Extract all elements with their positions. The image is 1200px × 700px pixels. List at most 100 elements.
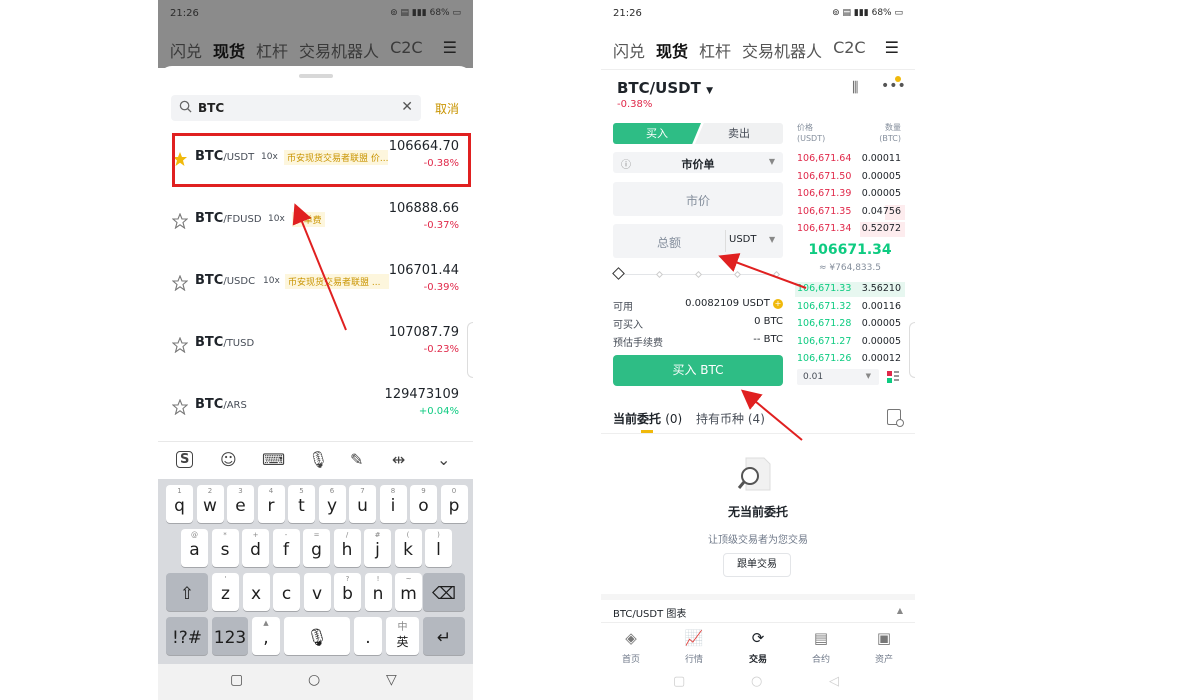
star-outline-icon[interactable] <box>172 337 188 353</box>
key-n[interactable]: ! n <box>364 573 392 611</box>
key-z[interactable]: ' z <box>212 573 239 611</box>
recent-apps-icon[interactable]: ▢ <box>673 674 685 689</box>
key-g[interactable]: = g <box>303 529 330 567</box>
more-icon[interactable]: ••• <box>881 78 906 94</box>
number-key[interactable]: 123 <box>212 617 248 655</box>
floating-edge-tab[interactable] <box>467 322 473 378</box>
menu-icon[interactable]: ☰ <box>443 38 457 57</box>
coin-row-btc-usdc[interactable]: BTC/USDC 10x 币安现货交易者联盟 ... 106701.44 -0.… <box>158 251 473 313</box>
sheet-handle[interactable] <box>299 74 333 78</box>
tab-c2c[interactable]: C2C <box>833 38 866 62</box>
ask-row[interactable]: 106,671.39 0.00005 <box>795 187 905 202</box>
copy-trade-button[interactable]: 跟单交易 <box>723 553 791 577</box>
keyboard-layout-icon[interactable]: ⌨ <box>262 450 285 469</box>
home-icon[interactable]: ○ <box>751 674 762 689</box>
slider-tick[interactable] <box>772 270 781 279</box>
nav-home[interactable]: ◈ 首页 <box>606 629 656 665</box>
bid-row[interactable]: 106,671.26 0.00012 <box>795 352 905 367</box>
back-icon[interactable]: ◁ <box>829 674 839 689</box>
key-l[interactable]: ) l <box>425 529 452 567</box>
coin-row-btc-fdusd[interactable]: BTC/FDUSD 10x 0 单费 106888.66 -0.37% <box>158 189 473 251</box>
key-q[interactable]: 1q <box>166 485 193 523</box>
clear-icon[interactable]: ✕ <box>401 99 413 115</box>
star-outline-icon[interactable] <box>172 275 188 291</box>
symbol-key[interactable]: !?# <box>166 617 208 655</box>
key-f[interactable]: -f <box>272 529 300 567</box>
key-e[interactable]: 3e <box>227 485 254 523</box>
star-outline-icon[interactable] <box>172 213 188 229</box>
tab-trading-bots[interactable]: 交易机器人 <box>742 38 822 62</box>
floating-edge-tab[interactable] <box>909 322 915 378</box>
key-b[interactable]: ? b <box>334 573 361 611</box>
language-switch-key[interactable]: 英中 <box>386 617 419 655</box>
slider-tick[interactable] <box>655 270 664 279</box>
key-w[interactable]: 2w <box>196 485 224 523</box>
slider-tick[interactable] <box>694 270 703 279</box>
ask-row[interactable]: 106,671.35 0.04756 <box>795 205 905 220</box>
cursor-move-icon[interactable]: ⇹ <box>392 450 405 469</box>
key-u[interactable]: 7u <box>349 485 376 523</box>
buy-btc-button[interactable]: 买入 BTC <box>613 355 783 386</box>
total-unit-select[interactable]: USDT <box>729 234 756 245</box>
ask-row[interactable]: 106,671.34 0.52072 <box>795 222 905 237</box>
tab-flash-swap[interactable]: 闪兑 <box>170 38 202 62</box>
ime-logo-icon[interactable]: S <box>176 451 194 468</box>
key-m[interactable]: ~ m <box>395 573 422 611</box>
total-input[interactable]: 总额 USDT ▼ <box>613 224 783 258</box>
key-v[interactable]: v <box>303 573 331 611</box>
key-k[interactable]: (k <box>394 529 422 567</box>
slider-knob[interactable] <box>612 267 625 280</box>
tab-trading-bots[interactable]: 交易机器人 <box>299 38 379 62</box>
ask-row[interactable]: 106,671.50 0.00005 <box>795 170 905 185</box>
nav-markets[interactable]: 📈 行情 <box>669 629 719 665</box>
pair-selector[interactable]: BTC/USDT ▼ <box>617 79 713 97</box>
bid-row[interactable]: 106,671.33 3.56210 <box>795 282 905 297</box>
comma-key[interactable]: ▲, <box>252 617 280 655</box>
microphone-icon[interactable]: 🎙 <box>308 450 328 469</box>
tab-flash-swap[interactable]: 闪兑 <box>613 38 645 62</box>
bid-row[interactable]: 106,671.32 0.00116 <box>795 300 905 315</box>
coin-row-btc-tusd[interactable]: BTC/TUSD 107087.79 -0.23% <box>158 313 473 375</box>
key-x[interactable]: x <box>242 573 270 611</box>
depth-select[interactable]: 0.01 ▼ <box>797 369 879 385</box>
order-history-icon[interactable] <box>887 409 904 427</box>
key-c[interactable]: c <box>273 573 300 611</box>
chart-expand-bar[interactable]: BTC/USDT 图表 ▲ <box>601 594 915 622</box>
candlestick-icon[interactable]: ⫼ <box>852 80 858 96</box>
key-a[interactable]: @ a <box>181 529 208 567</box>
coin-row-btc-ars[interactable]: BTC/ARS 129473109 +0.04% <box>158 375 473 437</box>
home-icon[interactable]: ○ <box>308 672 320 688</box>
bid-row[interactable]: 106,671.28 0.00005 <box>795 317 905 332</box>
menu-icon[interactable]: ☰ <box>885 38 899 57</box>
key-p[interactable]: 0p <box>440 485 468 523</box>
sell-tab[interactable]: 卖出 <box>695 123 783 144</box>
key-t[interactable]: 5t <box>288 485 315 523</box>
orderbook-layout-icon[interactable] <box>887 371 899 383</box>
key-d[interactable]: + d <box>242 529 269 567</box>
enter-key[interactable]: ↵ <box>423 617 465 655</box>
add-funds-icon[interactable]: + <box>773 299 783 309</box>
slider-tick[interactable] <box>733 270 742 279</box>
nav-futures[interactable]: ▤ 合约 <box>796 629 846 665</box>
shift-key[interactable]: ⇧ <box>166 573 208 611</box>
key-r[interactable]: 4r <box>257 485 285 523</box>
nav-assets[interactable]: ▣ 资产 <box>859 629 909 665</box>
emoji-icon[interactable]: ☺ <box>220 450 237 469</box>
order-type-select[interactable]: ⓘ 市价单 ▼ <box>613 152 783 173</box>
bid-row[interactable]: 106,671.27 0.00005 <box>795 335 905 350</box>
collapse-keyboard-icon[interactable]: ⌄ <box>437 450 450 469</box>
back-icon[interactable]: ▽ <box>386 672 397 688</box>
tab-spot[interactable]: 现货 <box>213 38 245 62</box>
tab-holdings[interactable]: 持有币种 (4) <box>696 412 765 426</box>
tab-open-orders[interactable]: 当前委托 (0) <box>613 412 682 426</box>
key-h[interactable]: / h <box>333 529 361 567</box>
tab-margin[interactable]: 杠杆 <box>699 38 731 62</box>
key-i[interactable]: 8i <box>379 485 407 523</box>
key-s[interactable]: * s <box>211 529 239 567</box>
tab-c2c[interactable]: C2C <box>390 38 423 62</box>
tab-spot[interactable]: 现货 <box>656 38 688 62</box>
backspace-key[interactable]: ⌫ <box>423 573 465 611</box>
buy-tab[interactable]: 买入 <box>613 123 701 144</box>
ask-row[interactable]: 106,671.64 0.00011 <box>795 152 905 167</box>
nav-trade[interactable]: ⟳ 交易 <box>733 629 783 665</box>
